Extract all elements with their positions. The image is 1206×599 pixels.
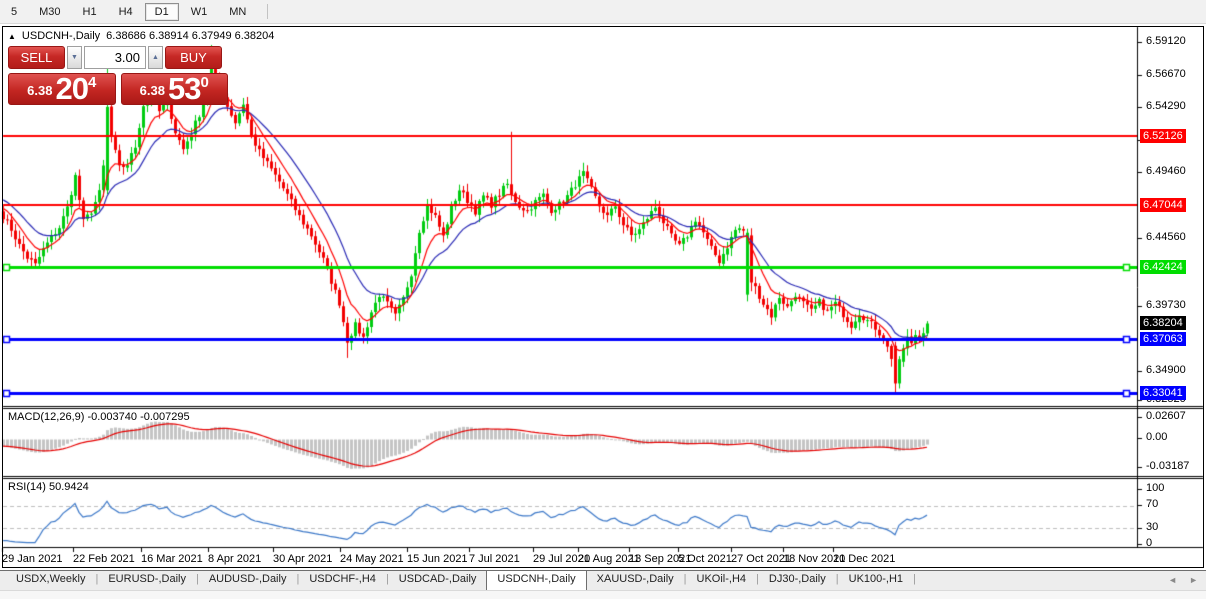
buy-price-prefix: 6.38 <box>139 83 165 98</box>
toolbar-separator <box>267 4 269 19</box>
date-axis-label: 27 Oct 2021 <box>731 553 791 565</box>
macd-indicator-label: MACD(12,26,9) -0.003740 -0.007295 <box>8 411 190 423</box>
chart-tab-ukoil-h4[interactable]: UKOil-,H4 <box>687 570 757 590</box>
date-axis-label: 10 Dec 2021 <box>833 553 896 565</box>
price-axis-label: 6.59120 <box>1146 35 1186 47</box>
rsi-axis-label: 100 <box>1146 482 1165 494</box>
chart-tab-usdcad-daily[interactable]: USDCAD-,Daily <box>389 570 487 590</box>
price-level-badge: 6.38204 <box>1140 316 1186 330</box>
price-axis-label: 6.44560 <box>1146 231 1186 243</box>
timeframe-button-d1[interactable]: D1 <box>144 2 179 21</box>
chart-tab-dj30-daily[interactable]: DJ30-,Daily <box>759 570 836 590</box>
price-axis-label: 6.39730 <box>1146 299 1186 311</box>
rsi-axis-label: 30 <box>1146 521 1159 533</box>
tab-separator: | <box>913 573 916 585</box>
price-level-badge: 6.52126 <box>1140 129 1186 143</box>
chart-tab-audusd-daily[interactable]: AUDUSD-,Daily <box>199 570 297 590</box>
timeframe-button-5[interactable]: 5 <box>1 3 27 21</box>
chart-ohlc-values: 6.38686 6.38914 6.37949 6.38204 <box>106 30 275 42</box>
price-level-badge: 6.37063 <box>1140 332 1186 346</box>
sell-price-prefix: 6.38 <box>27 83 53 98</box>
chart-tab-uk100-h1[interactable]: UK100-,H1 <box>839 570 913 590</box>
buy-price-box[interactable]: 6.38 53 0 <box>120 71 228 106</box>
sell-price-pip: 4 <box>87 74 97 91</box>
price-level-badge: 6.42424 <box>1140 260 1186 274</box>
volume-input[interactable] <box>84 46 146 69</box>
sell-button[interactable]: SELL <box>8 46 65 69</box>
rsi-indicator-label: RSI(14) 50.9424 <box>8 481 89 493</box>
date-axis-label: 16 Mar 2021 <box>141 553 203 565</box>
tab-scroll-right-icon[interactable]: ► <box>1189 575 1198 585</box>
date-axis-label: 15 Jun 2021 <box>407 553 468 565</box>
timeframe-button-mn[interactable]: MN <box>219 3 256 21</box>
buy-price-main: 53 <box>167 71 201 106</box>
chart-title: ▲ USDCNH-,Daily 6.38686 6.38914 6.37949 … <box>8 30 274 42</box>
timeframe-button-h4[interactable]: H4 <box>109 3 143 21</box>
chart-tab-eurusd-daily[interactable]: EURUSD-,Daily <box>98 570 196 590</box>
date-axis-label: 30 Apr 2021 <box>273 553 333 565</box>
collapse-triangle-icon[interactable]: ▲ <box>8 32 16 41</box>
timeframe-button-w1[interactable]: W1 <box>181 3 218 21</box>
date-axis-label: 8 Apr 2021 <box>208 553 262 565</box>
price-axis-label: 6.54290 <box>1146 100 1186 112</box>
timeframe-button-h1[interactable]: H1 <box>73 3 107 21</box>
price-axis-label: 6.56670 <box>1146 68 1186 80</box>
chart-tab-usdcnh-daily[interactable]: USDCNH-,Daily <box>486 570 587 590</box>
date-axis-label: 24 May 2021 <box>340 553 404 565</box>
price-level-badge: 6.33041 <box>1140 386 1186 400</box>
arrow-down-icon: ▼ <box>71 54 78 61</box>
price-axis-label: 6.49460 <box>1146 165 1186 177</box>
macd-axis-label: 0.02607 <box>1146 410 1186 422</box>
chart-symbol-label: USDCNH-,Daily <box>21 30 101 42</box>
volume-increase-button[interactable]: ▲ <box>148 46 163 69</box>
chart-tab-usdx-weekly[interactable]: USDX,Weekly <box>6 570 95 590</box>
price-level-badge: 6.47044 <box>1140 198 1186 212</box>
rsi-axis-label: 70 <box>1146 498 1159 510</box>
date-axis-label: 29 Jan 2021 <box>2 553 63 565</box>
chart-tab-usdchf-h4[interactable]: USDCHF-,H4 <box>299 570 386 590</box>
timeframe-button-m30[interactable]: M30 <box>29 3 70 21</box>
arrow-up-icon: ▲ <box>152 54 159 61</box>
rsi-axis-label: 0 <box>1146 537 1153 549</box>
buy-button[interactable]: BUY <box>165 46 222 69</box>
macd-axis-label: 0.00 <box>1146 431 1168 443</box>
buy-price-pip: 0 <box>200 74 209 91</box>
chart-tab-xauusd-daily[interactable]: XAUUSD-,Daily <box>587 570 684 590</box>
chart-tab-bar: USDX,Weekly | EURUSD-,Daily | AUDUSD-,Daily |… <box>0 570 1206 590</box>
volume-decrease-button[interactable]: ▼ <box>67 46 82 69</box>
sell-price-main: 20 <box>55 71 88 106</box>
date-axis-label: 7 Jul 2021 <box>469 553 520 565</box>
price-axis-label: 6.34900 <box>1146 364 1186 376</box>
one-click-trade-panel: SELL ▼ ▲ BUY 6.38 20 4 6.38 53 0 <box>8 46 228 105</box>
date-axis-label: 5 Oct 2021 <box>678 553 732 565</box>
sell-price-box[interactable]: 6.38 20 4 <box>8 73 116 105</box>
timeframe-toolbar: 5 M30 H1 H4 D1 W1 MN <box>0 0 1206 24</box>
date-axis-label: 22 Feb 2021 <box>73 553 135 565</box>
macd-axis-label: -0.03187 <box>1146 460 1190 472</box>
tab-scroll-left-icon[interactable]: ◄ <box>1168 575 1177 585</box>
